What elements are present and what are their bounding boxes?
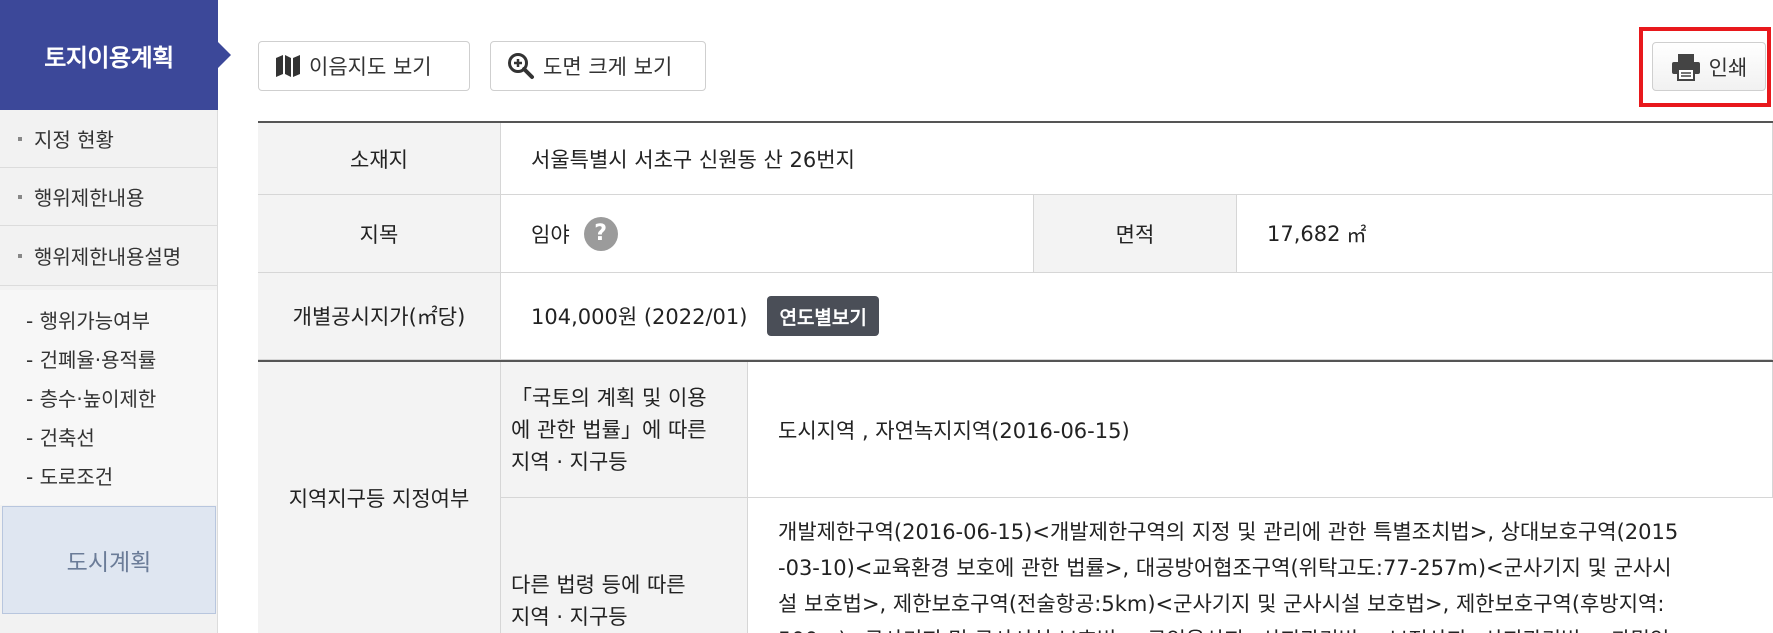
sidebar-item-label: 지정 현황 [34,128,114,152]
map-icon [276,55,300,77]
sidebar-active-arrow [218,42,231,68]
city-plan-button[interactable]: 도시계획 [2,506,216,614]
map-view-button[interactable]: 이음지도 보기 [258,41,470,91]
sidebar: 토지이용계획 지정 현황 행위제한내용 행위제한내용설명 - 행위가능여부 - … [0,0,218,633]
zoom-drawing-label: 도면 크게 보기 [543,55,673,79]
sidebar-item-label: 행위제한내용설명 [34,245,182,269]
zoning-header: 지역지구등 지정여부 [258,362,501,633]
sidebar-item-label: 행위제한내용 [34,186,145,210]
sidebar-subitem-building-line[interactable]: - 건축선 [0,417,217,456]
printer-icon [1671,53,1700,81]
sidebar-subitem-permissibility[interactable]: - 행위가능여부 [0,300,217,339]
price-header: 개별공시지가(㎡당) [258,273,501,360]
other-law-label-line2: 지역 · 지구등 [511,605,628,629]
price-value: 104,000원 (2022/01) [531,305,748,329]
print-label: 인쇄 [1708,55,1748,80]
zoom-in-icon [508,53,534,79]
land-category-value: 임야 [531,222,570,247]
help-icon[interactable]: ? [583,216,618,251]
sidebar-sublist: - 행위가능여부 - 건폐율·용적률 - 층수·높이제한 - 건축선 - 도로조… [0,290,217,505]
price-cell: 104,000원 (2022/01) 연도별보기 [501,273,1773,360]
other-law-header: 다른 법령 등에 따른 지역 · 지구등 [501,498,748,633]
sidebar-bottom [0,616,217,633]
national-law-label-line3: 지역 · 지구등 [511,449,628,474]
map-view-label: 이음지도 보기 [309,55,432,79]
land-category-cell: 임야 ? [501,195,1034,273]
other-law-line: 500m)<군사기지 및 군사시설 보호법>, 공익용산지<산지관리법>, 보전… [778,622,1758,633]
print-button[interactable]: 인쇄 [1652,42,1766,91]
sidebar-item-restriction-description[interactable]: 행위제한내용설명 [0,226,217,286]
national-law-value: 도시지역 , 자연녹지지역(2016-06-15) [748,362,1773,498]
national-law-label-line1: 「국토의 계획 및 이용 [511,385,707,410]
other-law-line: 개발제한구역(2016-06-15)<개발제한구역의 지정 및 관리에 관한 특… [778,520,1679,544]
location-value: 서울특별시 서초구 신원동 산 26번지 [501,123,1773,195]
sidebar-subitem-road-condition[interactable]: - 도로조건 [0,456,217,495]
yearly-view-button[interactable]: 연도별보기 [767,296,879,336]
sidebar-subitem-coverage-ratio[interactable]: - 건폐율·용적률 [0,339,217,378]
other-law-line: 설 보호법>, 제한보호구역(전술항공:5km)<군사기지 및 군사시설 보호법… [778,592,1665,616]
bullet-icon [18,194,22,199]
zoom-drawing-button[interactable]: 도면 크게 보기 [490,41,706,91]
national-law-header: 「국토의 계획 및 이용 에 관한 법률」에 따른 지역 · 지구등 [501,362,748,498]
bullet-icon [18,253,22,258]
national-law-label-line2: 에 관한 법률」에 따른 [511,417,707,442]
area-value: 17,682 [1267,221,1341,246]
sidebar-item-designation-status[interactable]: 지정 현황 [0,110,217,168]
other-law-value: 개발제한구역(2016-06-15)<개발제한구역의 지정 및 관리에 관한 특… [748,500,1768,633]
area-cell: 17,682 ㎡ [1237,195,1773,273]
sidebar-item-restrictions[interactable]: 행위제한내용 [0,168,217,226]
location-header: 소재지 [258,123,501,195]
other-law-label-line1: 다른 법령 등에 따른 [511,573,686,597]
bullet-icon [18,136,22,141]
land-category-header: 지목 [258,195,501,273]
area-header: 면적 [1034,195,1237,273]
sidebar-subitem-height-limit[interactable]: - 층수·높이제한 [0,378,217,417]
area-unit: ㎡ [1346,223,1367,247]
other-law-line: -03-10)<교육환경 보호에 관한 법률>, 대공방어협조구역(위탁고도:7… [778,556,1672,580]
sidebar-title[interactable]: 토지이용계획 [0,0,218,110]
